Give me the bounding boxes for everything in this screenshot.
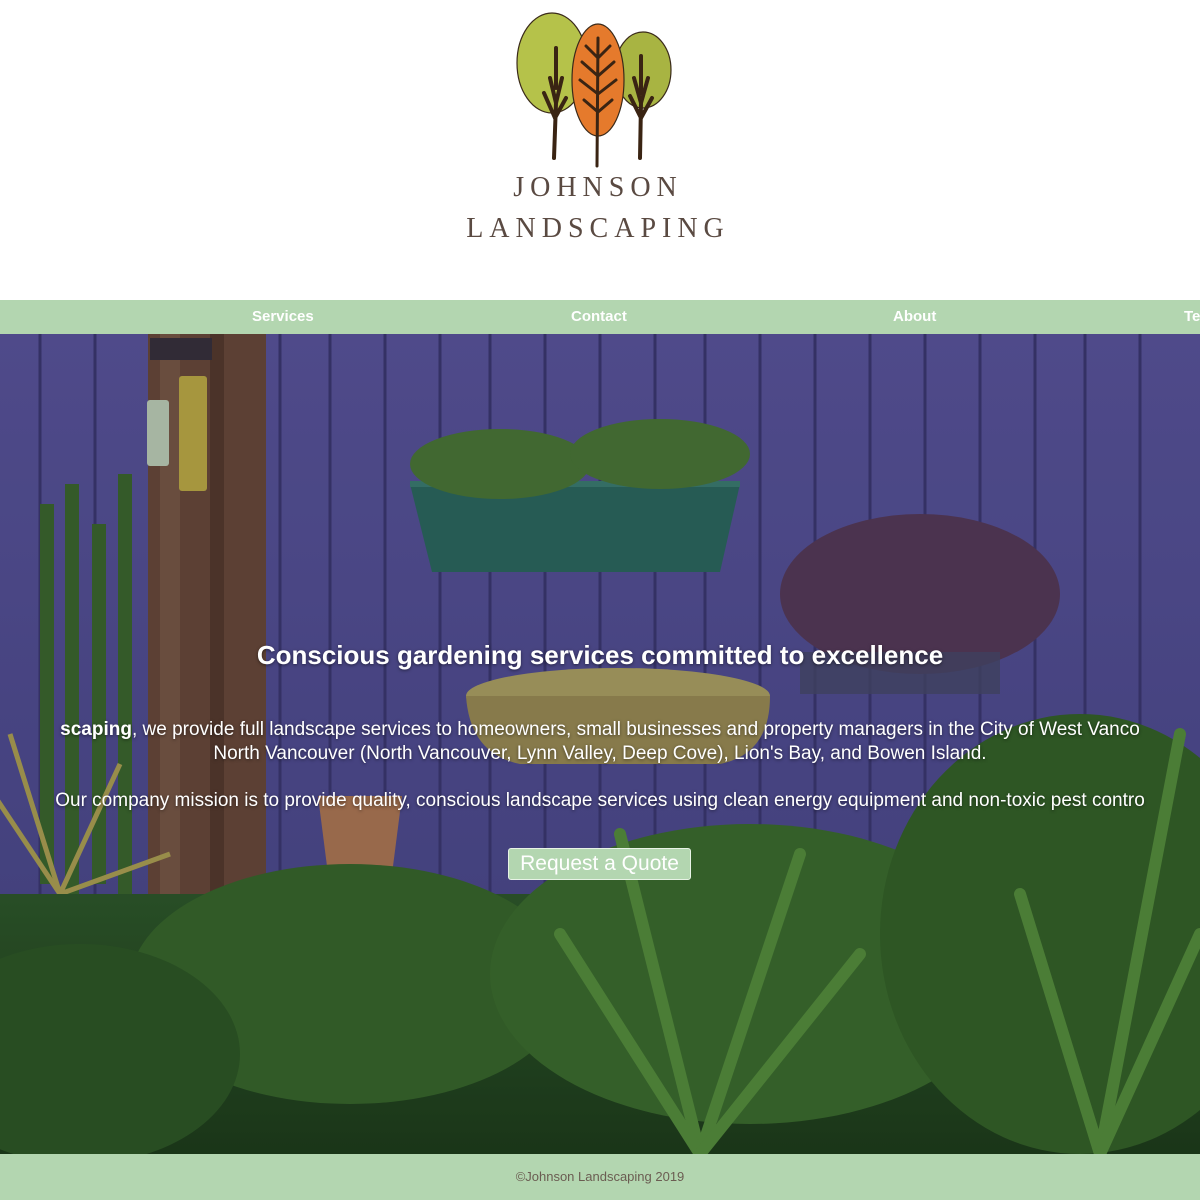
hero-intro-line2: North Vancouver (North Vancouver, Lynn V… (213, 743, 987, 764)
hero-intro-line1: scaping, we provide full landscape servi… (0, 718, 1200, 742)
nav-link-about[interactable]: About (893, 300, 936, 334)
nav-link-truncated[interactable]: Te (1184, 300, 1200, 334)
hero-intro-brand: scaping (60, 719, 132, 740)
hero-intro-line1-text: , we provide full landscape services to … (131, 719, 1140, 740)
site-footer: ©Johnson Landscaping 2019 (0, 1154, 1200, 1200)
page: JOHNSON LANDSCAPING Services Contact Abo… (0, 0, 1200, 1200)
hero-intro-paragraph: scaping, we provide full landscape servi… (0, 718, 1200, 766)
trees-logo-icon[interactable] (510, 8, 680, 173)
brand-name-line2: LANDSCAPING (466, 213, 730, 244)
nav-link-contact[interactable]: Contact (571, 300, 627, 334)
request-quote-button[interactable]: Request a Quote (508, 848, 691, 880)
site-header: JOHNSON LANDSCAPING (0, 0, 1200, 300)
hero-heading: Conscious gardening services committed t… (256, 640, 944, 670)
footer-copyright: ©Johnson Landscaping 2019 (515, 1169, 685, 1184)
hero-mission-paragraph: Our company mission is to provide qualit… (55, 790, 1145, 811)
main-nav: Services Contact About Te (0, 300, 1200, 334)
brand-name-line1: JOHNSON (513, 172, 683, 203)
hero-section: Conscious gardening services committed t… (0, 334, 1200, 1154)
nav-link-services[interactable]: Services (252, 300, 314, 334)
